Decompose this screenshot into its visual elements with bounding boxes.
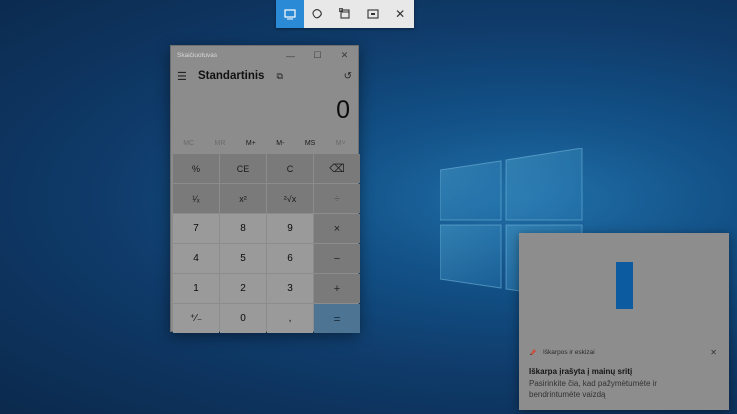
memory-add-button[interactable]: M+: [246, 140, 256, 147]
notification-body: Pasirinkite čia, kad pažymėtumėte ir ben…: [529, 379, 658, 399]
maximize-button[interactable]: ☐: [304, 46, 331, 65]
reciprocal-key[interactable]: ¹⁄ₓ: [173, 184, 219, 213]
rectangle-snip-button[interactable]: [276, 0, 304, 28]
digit-4-key[interactable]: 4: [173, 244, 219, 273]
window-title: Skaičiuotuvas: [177, 52, 218, 59]
keypad: % CE C ⌫ ¹⁄ₓ x² ²√x ÷ 7 8 9 × 4 5 6 − 1 …: [172, 153, 360, 334]
square-root-key[interactable]: ²√x: [267, 184, 313, 213]
notification-app-name: Iškarpos ir eskizai: [543, 348, 595, 356]
close-button[interactable]: ✕: [331, 46, 358, 65]
digit-5-key[interactable]: 5: [220, 244, 266, 273]
equals-key[interactable]: =: [314, 304, 360, 333]
digit-7-key[interactable]: 7: [173, 214, 219, 243]
clear-entry-key[interactable]: CE: [220, 154, 266, 183]
digit-8-key[interactable]: 8: [220, 214, 266, 243]
digit-2-key[interactable]: 2: [220, 274, 266, 303]
window-snip-button[interactable]: [331, 0, 359, 28]
memory-clear-button[interactable]: MC: [183, 140, 194, 147]
snip-sketch-app-icon: [530, 349, 536, 355]
keep-on-top-icon[interactable]: ⧉: [276, 71, 282, 82]
digit-0-key[interactable]: 0: [220, 304, 266, 333]
close-icon: ✕: [395, 7, 406, 21]
subtract-key[interactable]: −: [314, 244, 360, 273]
fullscreen-snip-icon: [367, 9, 379, 19]
minimize-button[interactable]: —: [277, 46, 304, 65]
negate-key[interactable]: ⁺∕₋: [173, 304, 219, 333]
digit-3-key[interactable]: 3: [267, 274, 313, 303]
memory-row: MC MR M+ M- MS M˅: [171, 133, 358, 153]
add-key[interactable]: +: [314, 274, 360, 303]
percent-key[interactable]: %: [173, 154, 219, 183]
rectangle-snip-icon: [284, 9, 296, 20]
memory-subtract-button[interactable]: M-: [276, 140, 284, 147]
snip-preview-thumbnail[interactable]: [616, 262, 633, 309]
fullscreen-snip-button[interactable]: [359, 0, 387, 28]
freeform-snip-button[interactable]: [304, 0, 332, 28]
calculator-window: Skaičiuotuvas — ☐ ✕ ☰ Standartinis ⧉ ↺ 0…: [170, 45, 360, 334]
close-snip-button[interactable]: ✕: [386, 0, 414, 28]
hamburger-menu-icon[interactable]: ☰: [177, 70, 189, 83]
snip-notification[interactable]: Iškarpos ir eskizai ✕ Iškarpa įrašyta į …: [519, 233, 729, 410]
calculator-header: ☰ Standartinis ⧉ ↺: [171, 65, 358, 87]
notification-close-icon[interactable]: ✕: [710, 348, 717, 357]
history-icon[interactable]: ↺: [344, 71, 352, 82]
decimal-key[interactable]: ,: [267, 304, 313, 333]
backspace-key[interactable]: ⌫: [314, 154, 360, 183]
memory-store-button[interactable]: MS: [305, 140, 316, 147]
snip-toolbar: ✕: [276, 0, 414, 28]
notification-header: Iškarpos ir eskizai ✕: [529, 346, 717, 358]
calculator-display: 0: [336, 95, 350, 124]
digit-1-key[interactable]: 1: [173, 274, 219, 303]
mode-title: Standartinis: [198, 70, 265, 82]
digit-9-key[interactable]: 9: [267, 214, 313, 243]
square-key[interactable]: x²: [220, 184, 266, 213]
multiply-key[interactable]: ×: [314, 214, 360, 243]
window-snip-icon: [339, 8, 350, 19]
freeform-snip-icon: [312, 8, 323, 19]
divide-key[interactable]: ÷: [314, 184, 360, 213]
memory-list-button[interactable]: M˅: [336, 140, 346, 147]
digit-6-key[interactable]: 6: [267, 244, 313, 273]
memory-recall-button[interactable]: MR: [215, 140, 226, 147]
notification-title: Iškarpa įrašyta į mainų sritį: [529, 367, 633, 376]
clear-key[interactable]: C: [267, 154, 313, 183]
calculator-titlebar[interactable]: Skaičiuotuvas — ☐ ✕: [171, 46, 358, 65]
